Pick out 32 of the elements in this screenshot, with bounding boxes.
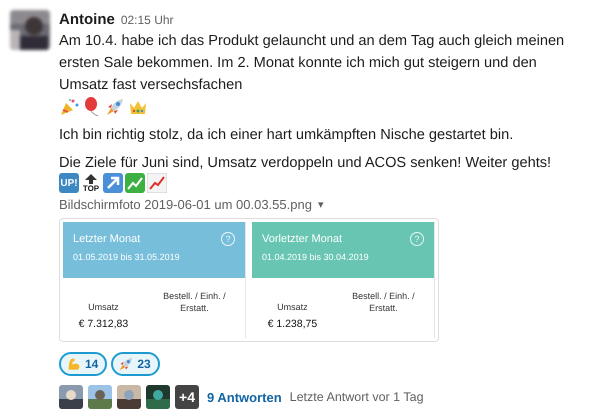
- help-icon: ?: [410, 232, 424, 246]
- message-text: Ich bin richtig stolz, da ich einer hart umkämpften Nische gestartet bin.: [59, 126, 514, 145]
- column-label: Bestell. / Einh. / Erstatt.: [351, 290, 416, 315]
- reaction-button[interactable]: 14: [59, 352, 108, 376]
- timestamp[interactable]: 02:15 Uhr: [120, 10, 174, 30]
- column-label: Umsatz: [88, 302, 119, 312]
- party-popper-icon: [59, 97, 79, 117]
- chart-icon: [125, 173, 145, 193]
- message-text: Die Ziele für Juni sind, Umsatz verdoppeln und ACOS senken! Weiter gehts!: [59, 154, 552, 173]
- message-text: Am 10.4. habe ich das Produkt gelauncht und an dem Tag auch gleich meinen ersten Sale bekommen. Im 2. Monat konnte ich mich gut steigern und den Umsatz fast versechsfachen: [59, 32, 566, 95]
- column-label: Umsatz: [277, 302, 308, 312]
- caret-icon[interactable]: ▾: [318, 198, 324, 211]
- revenue-value: € 1.238,75: [268, 318, 318, 330]
- rocket-icon: [118, 356, 134, 372]
- reaction-button[interactable]: 23: [111, 352, 160, 376]
- author-name[interactable]: Antoine: [59, 10, 115, 30]
- up-icon: UP!: [59, 173, 79, 193]
- flexed-arm-icon: [66, 356, 82, 372]
- date-range: 01.05.2019 bis 31.05.2019: [73, 252, 181, 262]
- file-name[interactable]: Bildschirmfoto 2019-06-01 um 00.03.55.png: [59, 197, 312, 212]
- more-avatars-badge[interactable]: +4: [175, 385, 199, 409]
- chart-icon: [147, 173, 167, 193]
- revenue-value: € 7.312,83: [78, 318, 128, 330]
- date-range: 01.04.2019 bis 30.04.2019: [262, 252, 370, 262]
- column-label: Bestell. / Einh. / Erstatt.: [162, 290, 227, 315]
- last-reply-text: Letzte Antwort vor 1 Tag: [290, 390, 424, 404]
- replies-link[interactable]: 9 Antworten: [207, 390, 282, 404]
- help-icon: ?: [221, 232, 235, 246]
- image-preview[interactable]: Letzter Monat ? 01.05.2019 bis 31.05.2019 Umsatz € 7.312,83 Bestell. / Einh. / Erstatt. Vorletzter Monat ? 01.04.2019 bis 30.04.2019 Umsatz € 1.238,75 Bestell. / Einh. / Erstatt.: [59, 218, 439, 342]
- panel-title: Vorletzter Monat: [262, 233, 342, 245]
- panel-title: Letzter Monat: [73, 233, 140, 245]
- rocket-icon: [105, 97, 125, 117]
